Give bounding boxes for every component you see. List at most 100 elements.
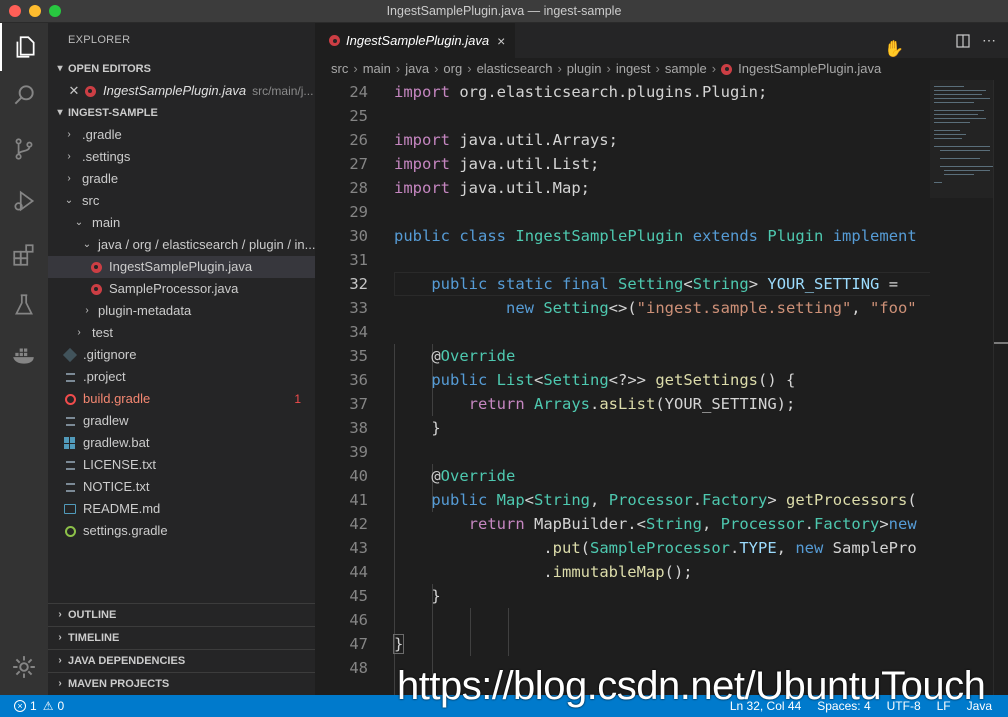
text-file-icon (62, 457, 78, 473)
minimap[interactable] (930, 80, 995, 198)
chevron-down-icon: ⌄ (82, 239, 92, 250)
code-line: 40 @Override (349, 467, 516, 485)
java-file-icon (721, 63, 733, 75)
chevron-down-icon: ⌄ (64, 195, 74, 206)
explorer-sidebar: EXPLORER ▾ OPEN EDITORS ✕ IngestSamplePl… (48, 23, 315, 695)
code-line: 46 (349, 611, 368, 629)
tree-file-readme[interactable]: README.md (48, 498, 315, 520)
tree-file-settings-gradle[interactable]: settings.gradle (48, 520, 315, 542)
tree-folder-src[interactable]: ⌄ src (48, 190, 315, 212)
tree-file-gradlew-bat[interactable]: gradlew.bat (48, 432, 315, 454)
editor-area: IngestSamplePlugin.java × ⋯ src › main › j… (315, 23, 1008, 695)
breadcrumb-item[interactable]: ingest (616, 58, 651, 80)
hand-cursor-icon: ✋ (884, 41, 904, 58)
code-line: 37 return Arrays.asList(YOUR_SETTING); (349, 395, 796, 413)
code-line: 35 @Override (349, 347, 516, 365)
current-code-line: 32 public static final Setting<String> Y… (315, 272, 930, 296)
testing-icon[interactable] (0, 281, 48, 329)
open-editor-name: IngestSamplePlugin.java (103, 83, 247, 98)
gear-icon[interactable] (0, 643, 48, 691)
editor-actions: ⋯ (950, 23, 1008, 58)
extensions-icon[interactable] (0, 231, 48, 279)
tab-close-icon[interactable]: × (497, 33, 505, 49)
tree-file-gitignore[interactable]: .gitignore (48, 344, 315, 366)
explorer-icon[interactable] (0, 23, 48, 71)
code-line: 26 import java.util.Arrays; (349, 131, 618, 149)
chevron-right-icon: › (395, 61, 401, 76)
tree-folder-gradle[interactable]: › gradle (48, 168, 315, 190)
timeline-header[interactable]: › TIMELINE (48, 626, 315, 649)
code-line: 30 public class IngestSamplePlugin extend… (349, 227, 917, 245)
gradle-file-icon (62, 523, 78, 539)
java-dependencies-header[interactable]: › JAVA DEPENDENCIES (48, 649, 315, 672)
tree-folder-test[interactable]: › test (48, 322, 315, 344)
chevron-right-icon: › (85, 305, 89, 316)
tab-bar: IngestSamplePlugin.java × ⋯ (315, 23, 1008, 58)
outline-header[interactable]: › OUTLINE (48, 603, 315, 626)
breadcrumb-item[interactable]: java (405, 58, 429, 80)
code-line: 25 (349, 107, 368, 125)
error-icon: × (14, 700, 26, 712)
code-line: 33 new Setting<>("ingest.sample.setting"… (349, 299, 917, 317)
tree-folder-plugin-metadata[interactable]: › plugin-metadata (48, 300, 315, 322)
source-control-icon[interactable] (0, 125, 48, 173)
warning-icon: ⚠ (42, 699, 54, 713)
chevron-right-icon: › (67, 173, 71, 184)
tree-file-build-gradle[interactable]: build.gradle 1 (48, 388, 315, 410)
windows-file-icon (62, 435, 78, 451)
tree-file-license[interactable]: LICENSE.txt (48, 454, 315, 476)
chevron-right-icon: › (711, 61, 717, 76)
tree-folder-gradle-dot[interactable]: › .gradle (48, 124, 315, 146)
tree-folder-settings[interactable]: › .settings (48, 146, 315, 168)
maven-projects-header[interactable]: › MAVEN PROJECTS (48, 672, 315, 695)
tree-folder-java-package[interactable]: ⌄ java / org / elasticsearch / plugin / i… (48, 234, 315, 256)
tree-file-gradlew[interactable]: gradlew (48, 410, 315, 432)
code-line: 39 (349, 443, 368, 461)
tree-folder-main[interactable]: ⌄ main (48, 212, 315, 234)
chevron-right-icon: › (557, 61, 562, 76)
run-debug-icon[interactable] (0, 177, 48, 225)
tree-file-ingestsampleplugin[interactable]: IngestSamplePlugin.java (48, 256, 315, 278)
sidebar-title: EXPLORER (68, 34, 131, 46)
tree-file-notice[interactable]: NOTICE.txt (48, 476, 315, 498)
chevron-right-icon: › (434, 61, 439, 76)
breadcrumb-item[interactable]: main (363, 58, 391, 80)
code-line: 45 } (349, 587, 441, 605)
breadcrumb-item[interactable]: org (443, 58, 462, 80)
open-editor-item[interactable]: ✕ IngestSamplePlugin.java src/main/j... (48, 80, 315, 102)
search-icon[interactable] (0, 71, 48, 119)
code-line: 42 return MapBuilder.<String, Processor.… (349, 515, 917, 533)
vertical-scrollbar[interactable] (993, 80, 1008, 695)
breadcrumb-item[interactable]: IngestSamplePlugin.java (738, 58, 881, 80)
java-file-icon (88, 281, 104, 297)
more-actions-icon[interactable]: ⋯ (976, 28, 1002, 54)
chevron-right-icon: › (67, 151, 71, 162)
problem-count-badge: 1 (294, 392, 301, 406)
code-editor[interactable]: 24 import org.elasticsearch.plugins.Plugi… (315, 80, 930, 695)
tree-file-sampleprocessor[interactable]: SampleProcessor.java (48, 278, 315, 300)
chevron-right-icon: › (67, 129, 71, 140)
code-line: 28 import java.util.Map; (349, 179, 590, 197)
markdown-file-icon (62, 501, 78, 517)
close-icon[interactable]: ✕ (66, 80, 82, 102)
watermark-url: https://blog.csdn.net/UbuntuTouch (397, 664, 986, 708)
text-file-icon (62, 479, 78, 495)
project-header[interactable]: ▾ INGEST-SAMPLE (48, 102, 315, 124)
split-editor-icon[interactable] (950, 28, 976, 54)
code-line: 41 public Map<String, Processor.Factory>… (349, 491, 917, 509)
breadcrumb-item[interactable]: plugin (567, 58, 602, 80)
tab-ingestsampleplugin[interactable]: IngestSamplePlugin.java × (315, 23, 515, 58)
breadcrumb-item[interactable]: src (331, 58, 348, 80)
code-line: 24 import org.elasticsearch.plugins.Plugi… (349, 83, 768, 101)
breadcrumb-item[interactable]: elasticsearch (477, 58, 553, 80)
open-editors-header[interactable]: ▾ OPEN EDITORS (48, 58, 315, 80)
docker-icon[interactable] (0, 331, 48, 379)
git-file-icon (62, 347, 78, 363)
breadcrumb-item[interactable]: sample (665, 58, 707, 80)
chevron-down-icon: ⌄ (74, 217, 84, 228)
java-file-icon (82, 83, 98, 99)
tree-file-project[interactable]: .project (48, 366, 315, 388)
chevron-right-icon: › (58, 678, 62, 689)
problems-indicator[interactable]: × 1 ⚠ 0 (0, 699, 64, 713)
chevron-down-icon: ▾ (57, 63, 63, 74)
